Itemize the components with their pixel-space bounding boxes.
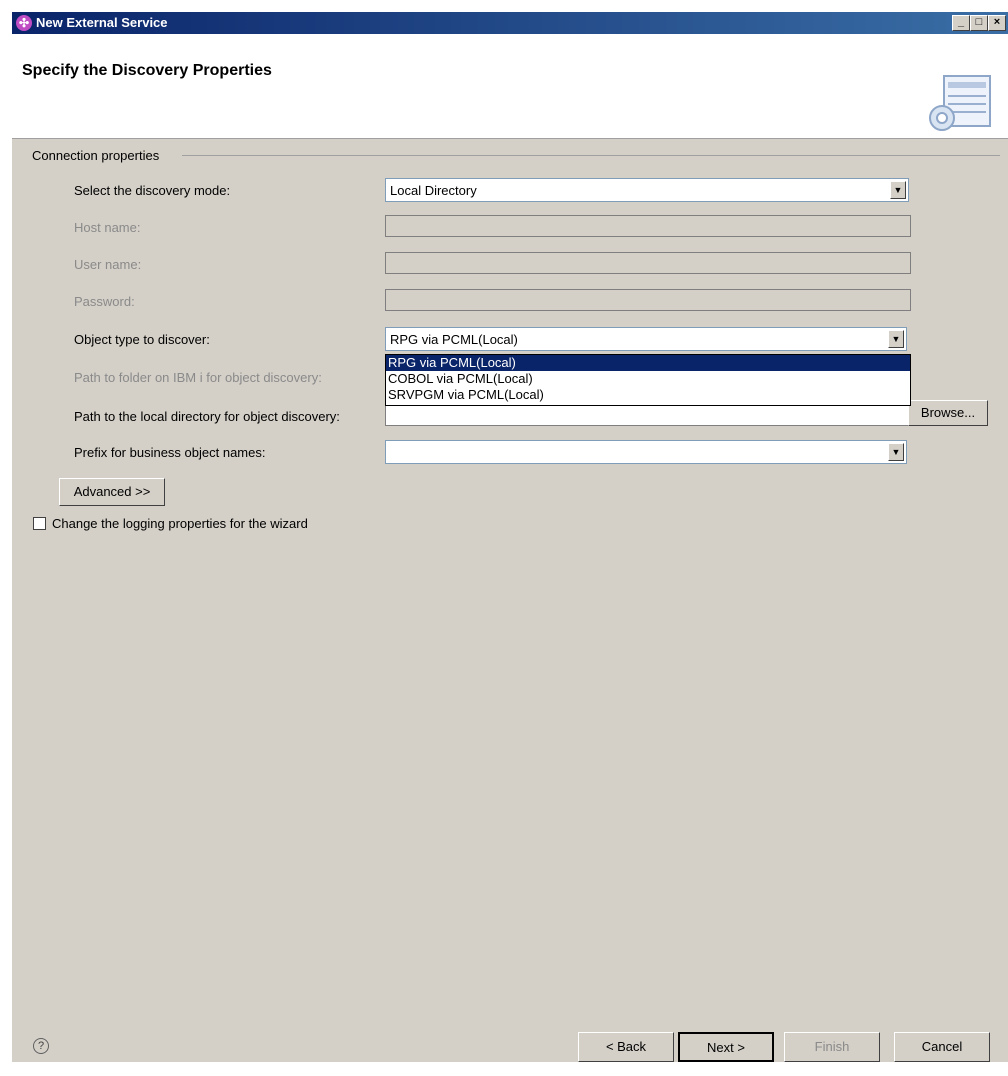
local-path-label: Path to the local directory for object d…: [74, 409, 340, 424]
prefix-combo[interactable]: ▼: [385, 440, 907, 464]
password-label: Password:: [74, 294, 135, 309]
object-type-value: RPG via PCML(Local): [390, 332, 518, 347]
object-type-label: Object type to discover:: [74, 332, 210, 347]
finish-label: Finish: [814, 1039, 850, 1054]
connection-properties-label: Connection properties: [32, 148, 160, 163]
ibm-path-label: Path to folder on IBM i for object disco…: [74, 370, 322, 385]
chevron-down-icon[interactable]: ▼: [888, 443, 904, 461]
discovery-wizard-banner-icon: [929, 75, 991, 131]
host-name-field[interactable]: [385, 215, 911, 237]
host-name-label: Host name:: [74, 220, 141, 235]
wizard-header: Specify the Discovery Properties: [12, 34, 1008, 139]
back-label: < Back: [605, 1039, 647, 1054]
object-type-option[interactable]: SRVPGM via PCML(Local): [386, 387, 910, 403]
object-type-option[interactable]: RPG via PCML(Local): [386, 355, 910, 371]
back-button[interactable]: < Back: [578, 1032, 674, 1062]
title-bar[interactable]: ✣ New External Service _ □ ×: [12, 12, 1008, 34]
external-service-icon: ✣: [16, 15, 32, 31]
close-button[interactable]: ×: [988, 15, 1006, 31]
discovery-mode-combo[interactable]: Local Directory ▼: [385, 178, 909, 202]
chevron-down-icon[interactable]: ▼: [888, 330, 904, 348]
cancel-button[interactable]: Cancel: [894, 1032, 990, 1062]
page-title: Specify the Discovery Properties: [22, 62, 272, 79]
next-button[interactable]: Next >: [678, 1032, 774, 1062]
cancel-label: Cancel: [921, 1039, 963, 1054]
minimize-button[interactable]: _: [952, 15, 970, 31]
object-type-option[interactable]: COBOL via PCML(Local): [386, 371, 910, 387]
group-divider: [182, 155, 1000, 156]
local-path-field[interactable]: [385, 404, 911, 426]
logging-label: Change the logging properties for the wi…: [52, 516, 308, 531]
object-type-combo[interactable]: RPG via PCML(Local) ▼: [385, 327, 907, 351]
advanced-button[interactable]: Advanced >>: [59, 478, 165, 506]
user-name-label: User name:: [74, 257, 142, 272]
maximize-button[interactable]: □: [970, 15, 988, 31]
chevron-down-icon[interactable]: ▼: [890, 181, 906, 199]
new-external-service-window: ✣ New External Service _ □ × Specify the…: [12, 12, 1008, 1062]
window-title: New External Service: [36, 15, 168, 30]
user-name-field[interactable]: [385, 252, 911, 274]
discovery-mode-label: Select the discovery mode:: [74, 183, 231, 198]
finish-button[interactable]: Finish: [784, 1032, 880, 1062]
help-icon[interactable]: ?: [33, 1038, 49, 1054]
logging-checkbox[interactable]: [33, 517, 46, 530]
browse-button[interactable]: Browse...: [908, 400, 988, 426]
discovery-mode-value: Local Directory: [390, 183, 477, 198]
prefix-label: Prefix for business object names:: [74, 445, 266, 460]
password-field[interactable]: [385, 289, 911, 311]
next-label: Next >: [707, 1040, 745, 1055]
object-type-dropdown-list: RPG via PCML(Local) COBOL via PCML(Local…: [385, 354, 911, 406]
